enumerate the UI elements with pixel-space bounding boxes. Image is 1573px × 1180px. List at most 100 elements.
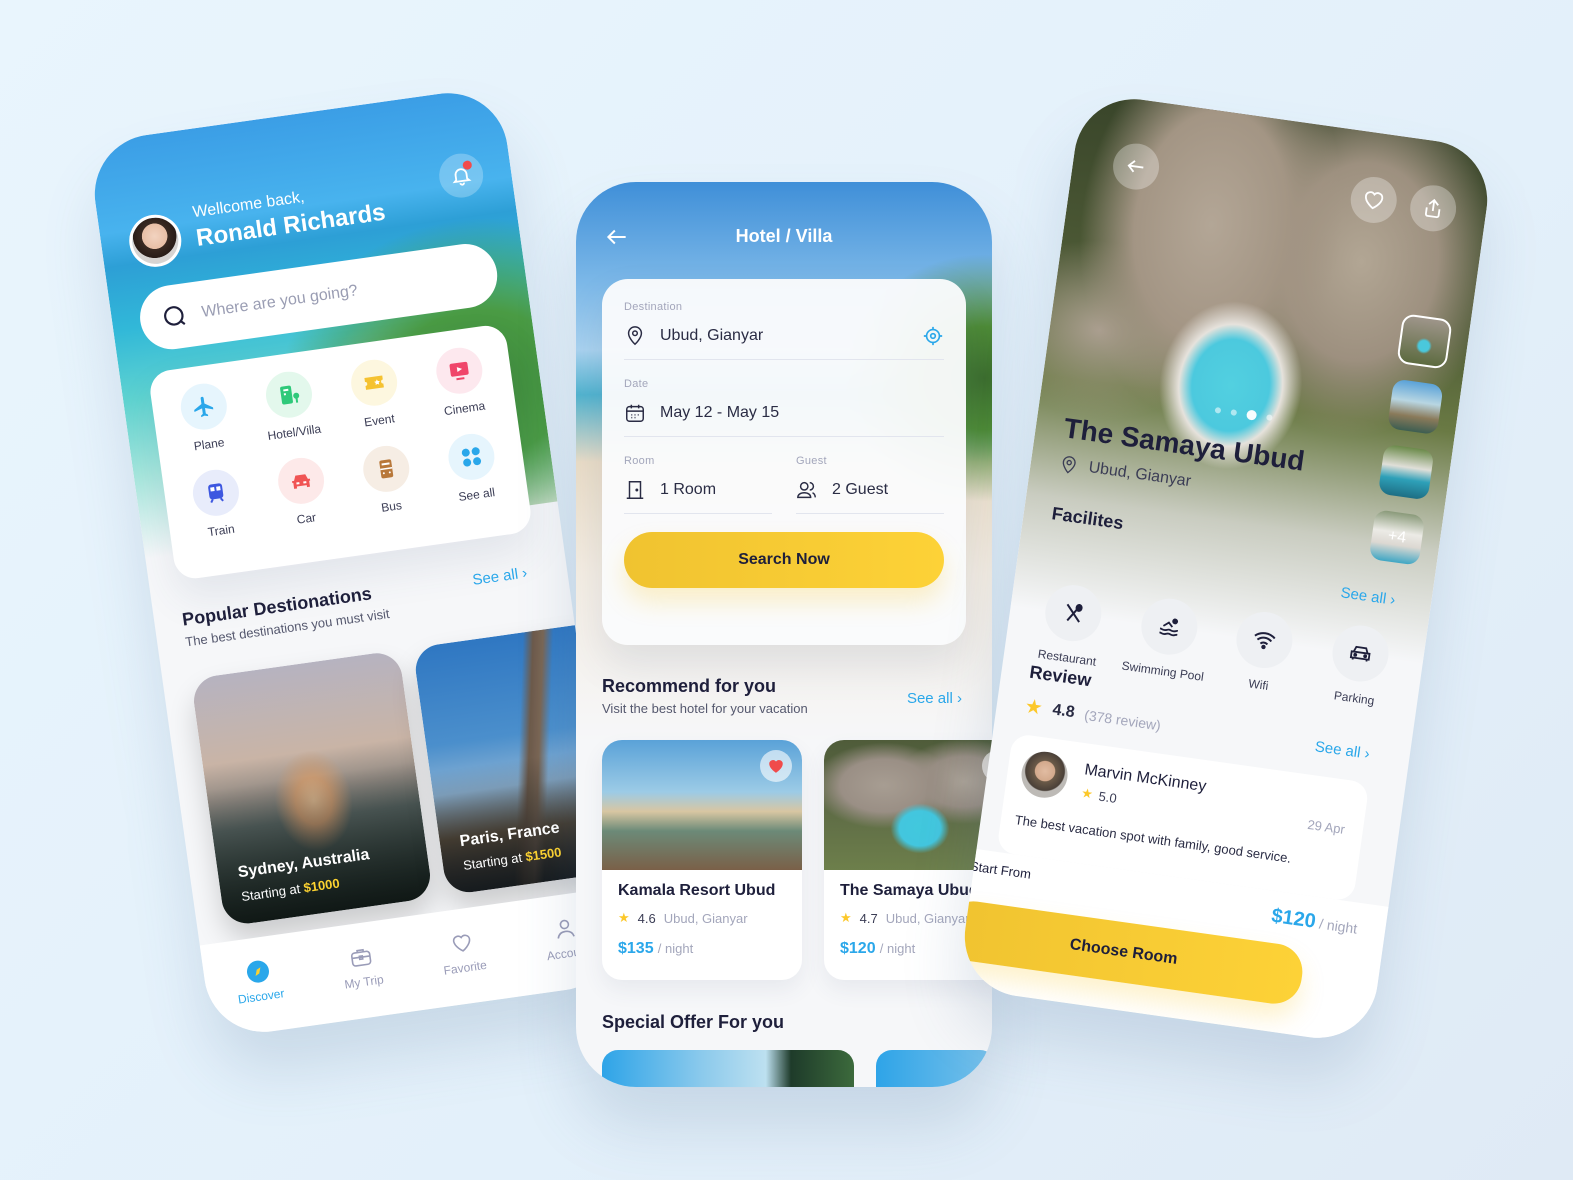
- star-icon: ★: [1080, 785, 1094, 802]
- review-score: 4.8: [1051, 700, 1076, 721]
- restaurant-icon: [1066, 603, 1083, 623]
- chevron-right-icon: ›: [957, 690, 962, 707]
- see-all-label: See all: [471, 565, 520, 589]
- compass-icon: [246, 960, 269, 983]
- plane-icon: [194, 396, 214, 418]
- chevron-right-icon: ›: [1363, 745, 1371, 763]
- popular-see-all-link[interactable]: See all ›: [471, 564, 528, 588]
- facility-parking[interactable]: Parking: [1309, 620, 1409, 712]
- guest-label: Guest: [796, 455, 827, 467]
- category-label: Car: [295, 510, 317, 527]
- detail-screen: +4 The Samaya Ubud Ubud, Gianyar Facilit…: [957, 91, 1495, 1046]
- start-from-label: Start From: [969, 858, 1032, 882]
- search-screen: Hotel / Villa Destination Ubud, Gianyar …: [576, 182, 992, 1087]
- category-label: Cinema: [443, 398, 487, 419]
- hotel-rating: 4.7: [859, 910, 878, 926]
- search-input[interactable]: [200, 269, 451, 322]
- category-car[interactable]: Car: [255, 452, 352, 550]
- date-label: Date: [624, 378, 649, 390]
- hotel-card[interactable]: Kamala Resort Ubud ★ 4.6 Ubud, Gianyar $…: [602, 740, 802, 980]
- home-screen: Wellcome back, Ronald Richards Plane Hot…: [87, 85, 625, 1040]
- recommend-subtitle: Visit the best hotel for your vacation: [602, 701, 808, 716]
- category-event[interactable]: Event: [328, 354, 425, 452]
- car-icon: [1349, 645, 1371, 662]
- photo-thumbnail[interactable]: [1396, 313, 1453, 370]
- destination-card[interactable]: Sydney, Australia Starting at $1000: [190, 649, 434, 927]
- reviewer-avatar: [1018, 748, 1071, 801]
- briefcase-icon: [350, 948, 371, 967]
- see-all-label: See all: [1313, 738, 1362, 762]
- destination-label: Destination: [624, 301, 683, 313]
- more-photos-thumbnail[interactable]: +4: [1368, 509, 1426, 566]
- grid-icon: [461, 447, 482, 467]
- star-icon: ★: [618, 910, 630, 925]
- tab-my-trip[interactable]: My Trip: [339, 942, 384, 991]
- heart-icon: [452, 934, 470, 952]
- price: $120 / night: [1270, 904, 1359, 937]
- tab-label: Favorite: [442, 957, 488, 978]
- facility-swimming-pool[interactable]: Swimming Pool: [1117, 593, 1217, 685]
- guest-field[interactable]: 2 Guest: [796, 467, 944, 514]
- search-now-button[interactable]: Search Now: [624, 532, 944, 588]
- cinema-icon: [449, 361, 469, 381]
- category-label: Hotel/Villa: [266, 421, 322, 443]
- category-bus[interactable]: Bus: [340, 440, 437, 538]
- facility-label: Parking: [1333, 688, 1376, 708]
- review-date: 29 Apr: [1306, 816, 1346, 838]
- offer-card[interactable]: [602, 1050, 854, 1087]
- category-train[interactable]: Train: [170, 464, 267, 562]
- popular-header: Popular Destionations The best destinati…: [181, 581, 391, 649]
- destination-field[interactable]: Ubud, Gianyar: [624, 313, 944, 360]
- date-field[interactable]: May 12 - May 15: [624, 390, 944, 437]
- reviewer-rating: ★ 5.0: [1080, 785, 1118, 806]
- category-see-all[interactable]: See all: [426, 428, 523, 526]
- page-dot[interactable]: [1266, 414, 1273, 421]
- door-icon: [626, 481, 644, 499]
- offer-card[interactable]: [876, 1050, 992, 1087]
- review-summary: ★ 4.8 (378 review): [1023, 693, 1162, 737]
- booking-form: Destination Ubud, Gianyar Date May 12 - …: [602, 279, 966, 645]
- category-label: See all: [457, 485, 496, 505]
- room-field[interactable]: 1 Room: [624, 467, 772, 514]
- special-offer-title: Special Offer For you: [602, 1012, 785, 1032]
- category-label: Plane: [192, 435, 226, 454]
- destination-value: Ubud, Gianyar: [660, 327, 764, 344]
- arrow-left-icon: [1127, 160, 1144, 173]
- category-hotel[interactable]: Hotel/Villa: [243, 366, 340, 464]
- star-icon: ★: [1023, 695, 1045, 720]
- room-label: Room: [624, 455, 655, 467]
- hotel-location: Ubud, Gianyar: [663, 910, 748, 926]
- review-see-all-link[interactable]: See all ›: [1314, 738, 1371, 762]
- current-location-icon[interactable]: [922, 325, 944, 347]
- tab-favorite[interactable]: Favorite: [439, 928, 488, 978]
- choose-room-button[interactable]: Choose Room: [957, 897, 1306, 1008]
- calendar-icon: [626, 404, 644, 422]
- search-icon: [164, 306, 186, 326]
- facility-wifi[interactable]: Wifi: [1213, 606, 1313, 698]
- hotel-price: $135 / night: [618, 940, 694, 957]
- user-icon: [557, 919, 575, 939]
- photo-thumbnail[interactable]: [1387, 378, 1444, 436]
- recommend-header: Recommend for you Visit the best hotel f…: [602, 676, 808, 716]
- hotel-image: [602, 740, 802, 870]
- tab-discover[interactable]: Discover: [233, 956, 285, 1006]
- review-text: The best vacation spot with family, good…: [1013, 812, 1293, 866]
- recommend-see-all-link[interactable]: See all ›: [907, 690, 962, 707]
- special-offer-list: [602, 1050, 992, 1087]
- photo-thumbnail[interactable]: [1377, 443, 1435, 501]
- car-icon: [292, 474, 311, 489]
- category-plane[interactable]: Plane: [158, 378, 255, 476]
- page-dot-active[interactable]: [1245, 409, 1258, 421]
- facility-restaurant[interactable]: Restaurant: [1021, 579, 1121, 671]
- category-label: Bus: [380, 498, 403, 515]
- heart-filled-icon: [769, 760, 783, 773]
- category-cinema[interactable]: Cinema: [414, 342, 511, 440]
- favorite-button[interactable]: [760, 750, 792, 782]
- page-dot[interactable]: [1214, 406, 1222, 414]
- review-count: (378 review): [1083, 706, 1162, 733]
- hotel-image: [824, 740, 992, 870]
- page-dot[interactable]: [1230, 409, 1238, 416]
- train-icon: [208, 483, 224, 503]
- facility-label: Swimming Pool: [1120, 658, 1205, 684]
- hotel-location: Ubud, Gianyar: [885, 910, 970, 926]
